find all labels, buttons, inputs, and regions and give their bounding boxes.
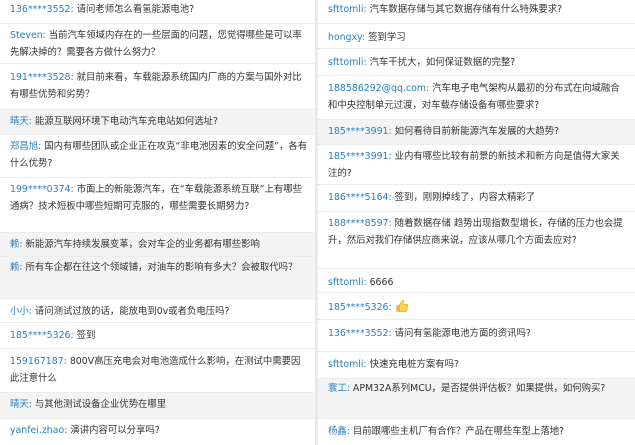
chat-message: 小小: 请问测试过放的话，能放电到0v或者负电压吗? bbox=[0, 299, 315, 323]
message-text: 签到学习 bbox=[368, 32, 406, 43]
chat-message: 赖: 所有车企都在往这个领域铺，对油车的影响有多大？会被取代吗？ bbox=[0, 257, 315, 299]
message-text: 请问老师怎么看氢能源电池? bbox=[76, 4, 195, 15]
sender-name[interactable]: sfttomli: bbox=[328, 4, 367, 15]
message-text: 如何看待目前新能源汽车发展的大趋势? bbox=[394, 126, 560, 137]
message-text: 与其他测试设备企业优势在哪里 bbox=[34, 399, 167, 410]
sender-name[interactable]: 寰工: bbox=[328, 383, 350, 394]
chat-message: sfttomli: 6666 bbox=[318, 269, 635, 293]
chat-message: 186****5164: 签到，刚刚掉线了，内容太精彩了 bbox=[318, 185, 635, 212]
message-text: 签到 bbox=[76, 330, 96, 341]
chat-message: 185****3991: 如何看待目前新能源汽车发展的大趋势? bbox=[318, 120, 635, 145]
sender-name[interactable]: 晴天: bbox=[10, 399, 32, 410]
chat-message: 晴天: 与其他测试设备企业优势在哪里 bbox=[0, 393, 315, 419]
sender-name[interactable]: 185****5326: bbox=[328, 302, 392, 313]
sender-name[interactable]: 185****3991: bbox=[328, 126, 392, 137]
sender-name[interactable]: 136****3552: bbox=[328, 328, 392, 339]
sender-name[interactable]: 136****3552: bbox=[10, 4, 74, 15]
sender-name[interactable]: 赖: bbox=[10, 239, 23, 250]
chat-message: 159167187: 800V高压充电会对电池造成什么影响，在测试中需要因此注意… bbox=[0, 349, 315, 393]
chat-message: 郑昌旭: 国内有哪些团队或企业正在攻克“非电池因素的安全问题”，各有什么优势? bbox=[0, 135, 315, 178]
chat-message: 136****3552: 请问老师怎么看氢能源电池? bbox=[0, 0, 315, 24]
message-text: 当前汽车领域内存在的一些层面的问题，您觉得哪些是可以率先解决掉的？需要各方做什么… bbox=[10, 30, 302, 58]
sender-name[interactable]: 杨鑫: bbox=[328, 426, 350, 437]
sender-name[interactable]: sfttomli: bbox=[328, 57, 367, 68]
chat-message: sfttomli: 汽车干扰大，如何保证数据的完整? bbox=[318, 49, 635, 76]
chat-message: sfttomli: 汽车数据存储与其它数据存储有什么特殊要求? bbox=[318, 0, 635, 24]
message-text: 国内有哪些团队或企业正在攻克“非电池因素的安全问题”，各有什么优势? bbox=[10, 141, 308, 169]
message-text: 请问有氢能源电池方面的资讯吗? bbox=[394, 328, 531, 339]
sender-name[interactable]: 郑昌旭: bbox=[10, 141, 41, 152]
message-text: 快速充电桩方案有吗? bbox=[369, 359, 459, 370]
chat-message: 188586292@qq.com: 汽车电子电气架构从最初的分布式在向域融合和中… bbox=[318, 76, 635, 120]
chat-message: 185****3991: 业内有哪些比较有前景的新技术和新方向是值得大家关注的? bbox=[318, 145, 635, 185]
chat-message: 晴天: 能源互联网环境下电动汽车充电站如何选址? bbox=[0, 110, 315, 135]
sender-name[interactable]: 188****8597: bbox=[328, 218, 392, 229]
sender-name[interactable]: 小小: bbox=[10, 306, 32, 317]
message-text: 请问测试过放的话，能放电到0v或者负电压吗? bbox=[34, 306, 230, 317]
message-text: 演讲内容可以分享吗? bbox=[70, 425, 160, 436]
chat-message: 赖: 新能源汽车持续发展变革，会对车企的业务都有哪些影响 bbox=[0, 233, 315, 257]
chat-message: 199****0374: 市面上的新能源汽车，在“车载能源系统互联”上有哪些通病… bbox=[0, 178, 315, 233]
chat-message: Steven: 当前汽车领域内存在的一些层面的问题，您觉得哪些是可以率先解决掉的… bbox=[0, 24, 315, 64]
chat-message: 136****3552: 请问有氢能源电池方面的资讯吗? bbox=[318, 320, 635, 352]
chat-message: yanfei.zhao: 演讲内容可以分享吗? bbox=[0, 419, 315, 445]
sender-name[interactable]: hongxy: bbox=[328, 32, 365, 43]
chat-message: 185****5326: 签到 bbox=[0, 323, 315, 349]
chat-message: sfttomli: 快速充电桩方案有吗? bbox=[318, 352, 635, 379]
chat-column-right: sfttomli: 汽车数据存储与其它数据存储有什么特殊要求? hongxy: … bbox=[318, 0, 635, 445]
sender-name[interactable]: 赖: bbox=[10, 262, 23, 273]
message-text: 汽车数据存储与其它数据存储有什么特殊要求? bbox=[369, 4, 563, 15]
message-text: 所有车企都在往这个领域铺，对油车的影响有多大？会被取代吗？ bbox=[25, 262, 298, 273]
message-text: 汽车干扰大，如何保证数据的完整? bbox=[369, 57, 516, 68]
message-text: 目前跟哪些主机厂有合作？产品在哪些车型上落地? bbox=[352, 426, 565, 437]
chat-message: 191****3528: 就目前来看，车载能源系统国内厂商的方案与国外对比有哪些… bbox=[0, 64, 315, 110]
sender-name[interactable]: 159167187: bbox=[10, 356, 67, 367]
sender-name[interactable]: 185****5326: bbox=[10, 330, 74, 341]
sender-name[interactable]: 186****5164: bbox=[328, 192, 392, 203]
chat-message: 185****5326: bbox=[318, 293, 635, 320]
message-text: APM32A系列MCU，是否提供评估板？如果提供，如何购买? bbox=[352, 383, 606, 394]
sender-name[interactable]: 晴天: bbox=[10, 116, 32, 127]
chat-column-left: 136****3552: 请问老师怎么看氢能源电池? Steven: 当前汽车领… bbox=[0, 0, 315, 445]
chat-message: hongxy: 签到学习 bbox=[318, 24, 635, 49]
sender-name[interactable]: Steven: bbox=[10, 30, 46, 41]
sender-name[interactable]: yanfei.zhao: bbox=[10, 425, 67, 436]
message-text: 6666 bbox=[369, 277, 394, 288]
sender-name[interactable]: 191****3528: bbox=[10, 72, 74, 83]
chat-message: 寰工: APM32A系列MCU，是否提供评估板？如果提供，如何购买? bbox=[318, 379, 635, 419]
sender-name[interactable]: 188586292@qq.com: bbox=[328, 83, 429, 94]
message-text: 签到，刚刚掉线了，内容太精彩了 bbox=[394, 192, 536, 203]
message-text: 能源互联网环境下电动汽车充电站如何选址? bbox=[34, 116, 219, 127]
sender-name[interactable]: 185****3991: bbox=[328, 151, 392, 162]
thumbs-up-emoji bbox=[395, 300, 408, 313]
chat-message: 杨鑫: 目前跟哪些主机厂有合作？产品在哪些车型上落地? bbox=[318, 419, 635, 445]
message-text: 新能源汽车持续发展变革，会对车企的业务都有哪些影响 bbox=[25, 239, 260, 250]
chat-message: 188****8597: 随着数据存储 趋势出现指数型增长，存储的压力也会提升，… bbox=[318, 212, 635, 269]
sender-name[interactable]: sfttomli: bbox=[328, 359, 367, 370]
sender-name[interactable]: sfttomli: bbox=[328, 277, 367, 288]
sender-name[interactable]: 199****0374: bbox=[10, 184, 74, 195]
